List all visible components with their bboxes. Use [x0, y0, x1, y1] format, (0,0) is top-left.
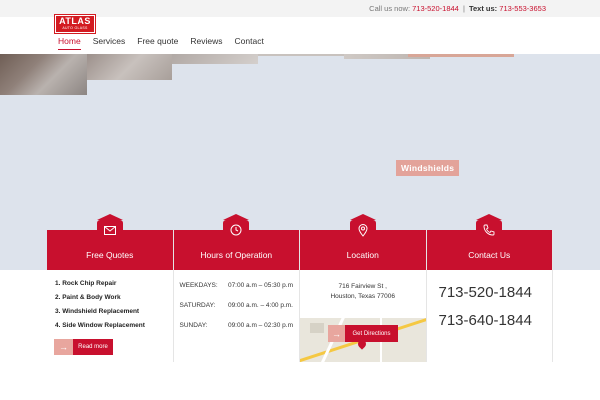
hero-photo-tile [172, 54, 258, 64]
top-contact: Call us now: 713-520-1844 | Text us: 713… [369, 4, 546, 13]
icon-badge [349, 214, 376, 240]
hours-row: WEEKDAYS: 07:00 a.m – 05:30 p.m [180, 282, 300, 289]
nav-item-contact[interactable]: Contact [235, 36, 264, 50]
list-item: 1. Rock Chip Repair [55, 280, 117, 287]
list-item: 2. Paint & Body Work [55, 294, 121, 301]
logo-tagline: AUTO GLASS [62, 26, 88, 30]
nav-item-home[interactable]: Home [58, 36, 81, 50]
contact-box: Contact Us 713-520-1844 713-640-1844 [426, 214, 553, 362]
nav-item-services[interactable]: Services [93, 36, 126, 50]
free-quotes-title: Free Quotes [86, 250, 134, 260]
hours-header: Hours of Operation [173, 214, 299, 270]
address-line-1: 716 Fairview St , [338, 283, 387, 290]
arrow-right-icon: → [328, 325, 345, 342]
free-quotes-body: 1. Rock Chip Repair 2. Paint & Body Work… [47, 270, 173, 336]
free-quotes-box: Free Quotes 1. Rock Chip Repair 2. Paint… [47, 214, 174, 362]
free-quotes-header: Free Quotes [47, 214, 173, 270]
icon-badge [96, 214, 123, 240]
contact-header: Contact Us [426, 214, 552, 270]
day-label: SATURDAY: [179, 302, 216, 309]
location-title: Location [346, 250, 379, 260]
location-header: Location [300, 214, 426, 270]
list-item: 4. Side Window Replacement [55, 322, 145, 329]
phone-number-link[interactable]: 713-640-1844 [439, 312, 553, 329]
hours-box: Hours of Operation WEEKDAYS: 07:00 a.m –… [173, 214, 300, 362]
separator: | [462, 4, 465, 13]
phone-number-link[interactable]: 713-520-1844 [439, 284, 553, 301]
icon-badge [223, 214, 250, 240]
day-label: SUNDAY: [179, 322, 208, 329]
call-number-link[interactable]: 713-520-1844 [412, 4, 459, 13]
logo[interactable]: ATLAS AUTO GLASS [54, 14, 96, 34]
phone-icon [476, 222, 502, 238]
clock-icon [223, 222, 249, 238]
hero-photo-tile [87, 54, 172, 80]
day-label: WEEKDAYS: [179, 282, 218, 289]
map-pin-icon [350, 222, 376, 238]
envelope-icon [97, 222, 123, 238]
main-nav: Home Services Free quote Reviews Contact [58, 36, 264, 50]
arrow-right-icon: → [54, 339, 73, 355]
map-block [310, 323, 324, 333]
hours-row: SUNDAY: 09:00 a.m – 02:30 p.m [180, 322, 300, 329]
location-box: Location 716 Fairview St , Houston, Texa… [300, 214, 427, 362]
icon-badge [476, 214, 503, 240]
hero-photo-tile [258, 54, 344, 56]
time-value: 07:00 a.m – 05:30 p.m [227, 282, 293, 289]
nav-item-free-quote[interactable]: Free quote [137, 36, 178, 50]
info-boxes: Free Quotes 1. Rock Chip Repair 2. Paint… [47, 214, 553, 362]
time-value: 09:00 a.m – 02:30 p.m [227, 322, 293, 329]
call-label: Call us now: [369, 4, 411, 13]
time-value: 09:00 a.m. – 4:00 p.m. [227, 302, 293, 309]
hours-body: WEEKDAYS: 07:00 a.m – 05:30 p.m SATURDAY… [174, 270, 300, 342]
list-item: 3. Windshield Replacement [55, 308, 140, 315]
get-directions-button[interactable]: → Get Directions [328, 325, 398, 342]
text-number-link[interactable]: 713-553-3653 [499, 4, 546, 13]
hours-row: SATURDAY: 09:00 a.m. – 4:00 p.m. [180, 302, 300, 309]
nav-item-reviews[interactable]: Reviews [190, 36, 222, 50]
read-more-button[interactable]: → Read more [54, 339, 113, 355]
services-list: 1. Rock Chip Repair 2. Paint & Body Work… [47, 270, 173, 329]
header: ATLAS AUTO GLASS Home Services Free quot… [0, 14, 600, 54]
hero-tag-windshields[interactable]: Windshields [396, 160, 460, 176]
address: 716 Fairview St , Houston, Texas 77006 [300, 270, 426, 302]
address-line-2: Houston, Texas 77006 [330, 293, 396, 300]
contact-phones: 713-520-1844 713-640-1844 [427, 270, 553, 340]
text-label: Text us: [468, 4, 498, 13]
hero-photo-tile [408, 54, 514, 57]
read-more-label: Read more [73, 339, 113, 355]
hours-title: Hours of Operation [200, 250, 273, 260]
contact-title: Contact Us [468, 250, 511, 260]
hero-photo-tile [0, 54, 87, 95]
get-directions-label: Get Directions [345, 325, 398, 342]
